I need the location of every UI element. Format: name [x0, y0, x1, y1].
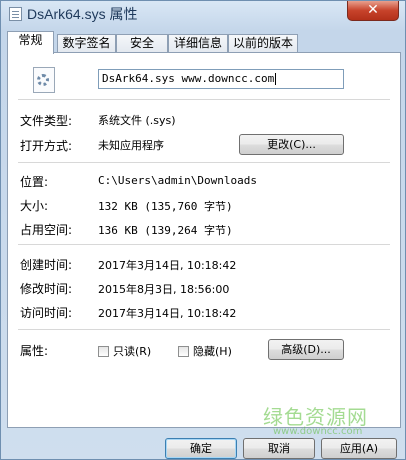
file-icon [9, 7, 22, 21]
tab-strip: 常规 数字签名 安全 详细信息 以前的版本 [7, 31, 401, 54]
separator [18, 162, 390, 163]
tab-previous-versions[interactable]: 以前的版本 [228, 34, 298, 53]
gear-icon [37, 74, 49, 86]
tab-digital-signatures[interactable]: 数字签名 [57, 34, 116, 53]
readonly-checkbox[interactable]: 只读(R) [98, 343, 151, 359]
tab-security[interactable]: 安全 [116, 34, 168, 53]
hidden-checkbox-box[interactable] [178, 345, 189, 357]
readonly-checkbox-box[interactable] [98, 345, 109, 357]
file-type-value: 系统文件 (.sys) [98, 114, 176, 127]
file-name-input[interactable]: DsArk64.sys www.downcc.com [98, 69, 344, 89]
separator [18, 99, 390, 100]
modified-value: 2015年8月3日, 18:56:00 [98, 283, 230, 296]
text-caret [275, 73, 277, 85]
readonly-label[interactable]: 只读(R) [113, 343, 151, 359]
change-button[interactable]: 更改(C)... [239, 134, 344, 155]
advanced-button[interactable]: 高级(D)... [268, 339, 344, 360]
modified-label: 修改时间: [20, 282, 73, 296]
attributes-label: 属性: [20, 344, 49, 358]
size-on-disk-label: 占用空间: [20, 223, 73, 237]
accessed-value: 2017年3月14日, 10:18:42 [98, 307, 237, 320]
opens-with-label: 打开方式: [20, 139, 73, 153]
created-value: 2017年3月14日, 10:18:42 [98, 259, 237, 272]
tab-details[interactable]: 详细信息 [168, 34, 228, 53]
general-panel: DsArk64.sys www.downcc.com 文件类型: 系统文件 (.… [7, 52, 401, 428]
file-name-text[interactable]: DsArk64.sys www.downcc.com [102, 72, 274, 85]
created-label: 创建时间: [20, 258, 73, 272]
hidden-label[interactable]: 隐藏(H) [193, 343, 232, 359]
separator [18, 329, 390, 330]
system-file-gear-icon [33, 67, 55, 93]
hidden-checkbox[interactable]: 隐藏(H) [178, 343, 232, 359]
tab-general[interactable]: 常规 [7, 31, 54, 54]
size-on-disk-value: 136 KB (139,264 字节) [98, 224, 233, 237]
watermark-url: www.downcc.com [273, 426, 363, 437]
location-label: 位置: [20, 175, 49, 189]
cancel-button[interactable]: 取消 [243, 438, 315, 459]
file-type-label: 文件类型: [20, 114, 73, 128]
location-value: C:\Users\admin\Downloads [98, 174, 257, 187]
properties-window: DsArk64.sys 属性 ✕ 常规 数字签名 安全 详细信息 以前的版本 D… [0, 0, 406, 460]
title-bar[interactable]: DsArk64.sys 属性 ✕ [1, 1, 405, 27]
window-title: DsArk64.sys 属性 [27, 6, 138, 22]
size-label: 大小: [20, 199, 49, 213]
size-value: 132 KB (135,760 字节) [98, 200, 233, 213]
separator [18, 244, 390, 245]
close-button[interactable]: ✕ [347, 1, 399, 21]
accessed-label: 访问时间: [20, 306, 73, 320]
opens-with-value: 未知应用程序 [98, 139, 164, 152]
apply-button[interactable]: 应用(A) [321, 438, 397, 459]
ok-button[interactable]: 确定 [165, 438, 237, 459]
